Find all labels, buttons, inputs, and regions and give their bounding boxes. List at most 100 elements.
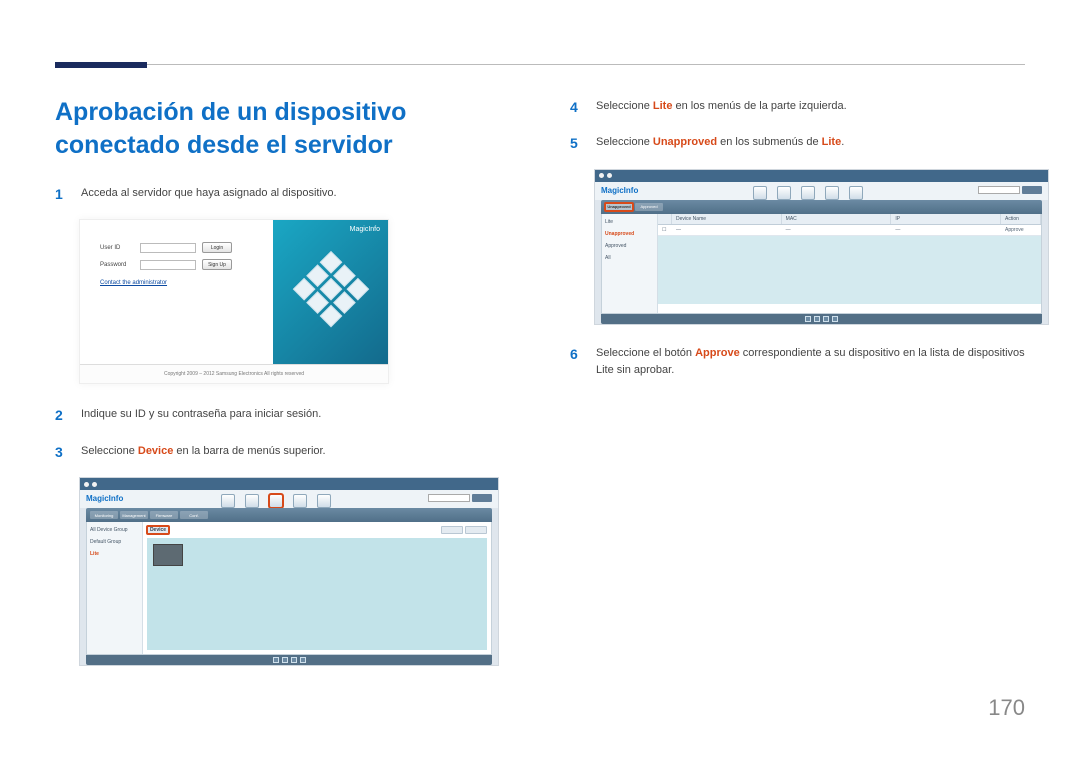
step-number: 3 [55,441,69,463]
menu-setting-icon[interactable] [849,186,863,200]
step-6: 6 Seleccione el botón Approve correspond… [570,343,1025,380]
right-column: 4 Seleccione Lite en los menús de la par… [570,96,1025,684]
screenshot-login: User ID Login Password Sign Up Contact t… [79,219,389,384]
highlight-approve: Approve [695,347,740,359]
login-button[interactable]: Login [202,242,232,253]
login-pass-input[interactable] [140,260,196,270]
device-grid [147,538,487,650]
step-text: Seleccione Lite en los menús de la parte… [596,96,847,116]
screenshot-app-lite: MagicInfo Unapproved Approv [594,169,1049,325]
toolbar-device-button[interactable]: Device [147,526,169,534]
sidebar-item[interactable]: Default Group [90,538,139,546]
pager-icon[interactable] [823,316,829,322]
sidebar: All Device Group Default Group Lite [87,522,143,654]
pager-icon[interactable] [282,657,288,663]
signup-button[interactable]: Sign Up [202,259,232,270]
top-menu [221,494,331,508]
list-empty-area [658,236,1041,304]
menu-content-icon[interactable] [221,494,235,508]
menu-user-icon[interactable] [825,186,839,200]
search-button[interactable] [1022,186,1042,194]
step-number: 1 [55,183,69,205]
menu-user-icon[interactable] [293,494,307,508]
step-number: 4 [570,96,584,118]
step-5: 5 Seleccione Unapproved en los submenús … [570,132,1025,154]
toolbar-button[interactable] [465,526,487,534]
step-text: Indique su ID y su contraseña para inici… [81,404,321,424]
top-menu [753,186,863,200]
step-text: Seleccione Device en la barra de menús s… [81,441,326,461]
menu-schedule-icon[interactable] [245,494,259,508]
left-column: Aprobación de un dispositivo conectado d… [55,96,510,684]
header-divider [55,64,1025,65]
table-row[interactable]: ☐ — — — Approve [658,225,1041,236]
step-text: Acceda al servidor que haya asignado al … [81,183,337,203]
login-brand-visual: MagicInfo [273,220,388,364]
window-chrome [595,170,1048,182]
search-button[interactable] [472,494,492,502]
chrome-dot-icon [92,482,97,487]
ribbon-tab-approved[interactable]: Approved [635,203,663,211]
sidebar-item-lite[interactable]: Lite [90,550,139,558]
sidebar-item[interactable]: Approved [605,242,654,250]
pager-icon[interactable] [273,657,279,663]
highlight-lite-2: Lite [822,136,842,148]
page-number: 170 [988,695,1025,721]
chrome-dot-icon [607,173,612,178]
ribbon-tab[interactable]: Management [120,511,148,519]
highlight-device: Device [138,445,173,457]
step-number: 6 [570,343,584,365]
section-title: Aprobación de un dispositivo conectado d… [55,96,510,161]
app-brand: MagicInfo [86,494,123,503]
sidebar-item[interactable]: Lite [605,218,654,226]
ribbon-tab[interactable]: Firmware [150,511,178,519]
status-bar [601,314,1042,324]
pager-icon[interactable] [805,316,811,322]
login-user-input[interactable] [140,243,196,253]
status-bar [86,655,492,665]
search-input[interactable] [428,494,470,502]
contact-admin-link[interactable]: Contact the administrator [100,280,261,286]
sidebar-item[interactable]: All [605,254,654,262]
menu-content-icon[interactable] [753,186,767,200]
app-brand: MagicInfo [601,186,638,195]
pager-icon[interactable] [832,316,838,322]
ribbon-tab[interactable]: Conf. [180,511,208,519]
step-2: 2 Indique su ID y su contraseña para ini… [55,404,510,426]
ribbon-tabs: Unapproved Approved [601,200,1042,214]
step-1: 1 Acceda al servidor que haya asignado a… [55,183,510,205]
chrome-dot-icon [84,482,89,487]
login-user-label: User ID [100,245,134,251]
step-number: 2 [55,404,69,426]
ribbon-tab-unapproved[interactable]: Unapproved [605,203,633,211]
highlight-lite: Lite [653,100,673,112]
device-tile[interactable] [153,544,183,566]
screenshot-app-device: MagicInfo Monitoring Manage [79,477,499,666]
step-number: 5 [570,132,584,154]
step-4: 4 Seleccione Lite en los menús de la par… [570,96,1025,118]
sidebar-item[interactable]: All Device Group [90,526,139,534]
menu-device-icon[interactable] [801,186,815,200]
brand-label: MagicInfo [350,226,380,233]
step-3: 3 Seleccione Device en la barra de menús… [55,441,510,463]
ribbon-tabs: Monitoring Management Firmware Conf. [86,508,492,522]
pager-icon[interactable] [291,657,297,663]
ribbon-tab[interactable]: Monitoring [90,511,118,519]
toolbar-button[interactable] [441,526,463,534]
menu-schedule-icon[interactable] [777,186,791,200]
header-accent-bar [55,62,147,68]
pager-icon[interactable] [814,316,820,322]
step-text: Seleccione el botón Approve correspondie… [596,343,1025,380]
step-text: Seleccione Unapproved en los submenús de… [596,132,844,152]
sidebar: Lite Unapproved Approved All [602,214,658,313]
login-footer-copyright: Copyright 2009 – 2012 Samsung Electronic… [80,364,388,383]
menu-device-icon[interactable] [269,494,283,508]
diamond-grid-icon [289,251,371,333]
pager-icon[interactable] [300,657,306,663]
search-input[interactable] [978,186,1020,194]
sidebar-item-unapproved[interactable]: Unapproved [605,230,654,238]
login-pass-label: Password [100,262,134,268]
menu-setting-icon[interactable] [317,494,331,508]
window-chrome [80,478,498,490]
chrome-dot-icon [599,173,604,178]
